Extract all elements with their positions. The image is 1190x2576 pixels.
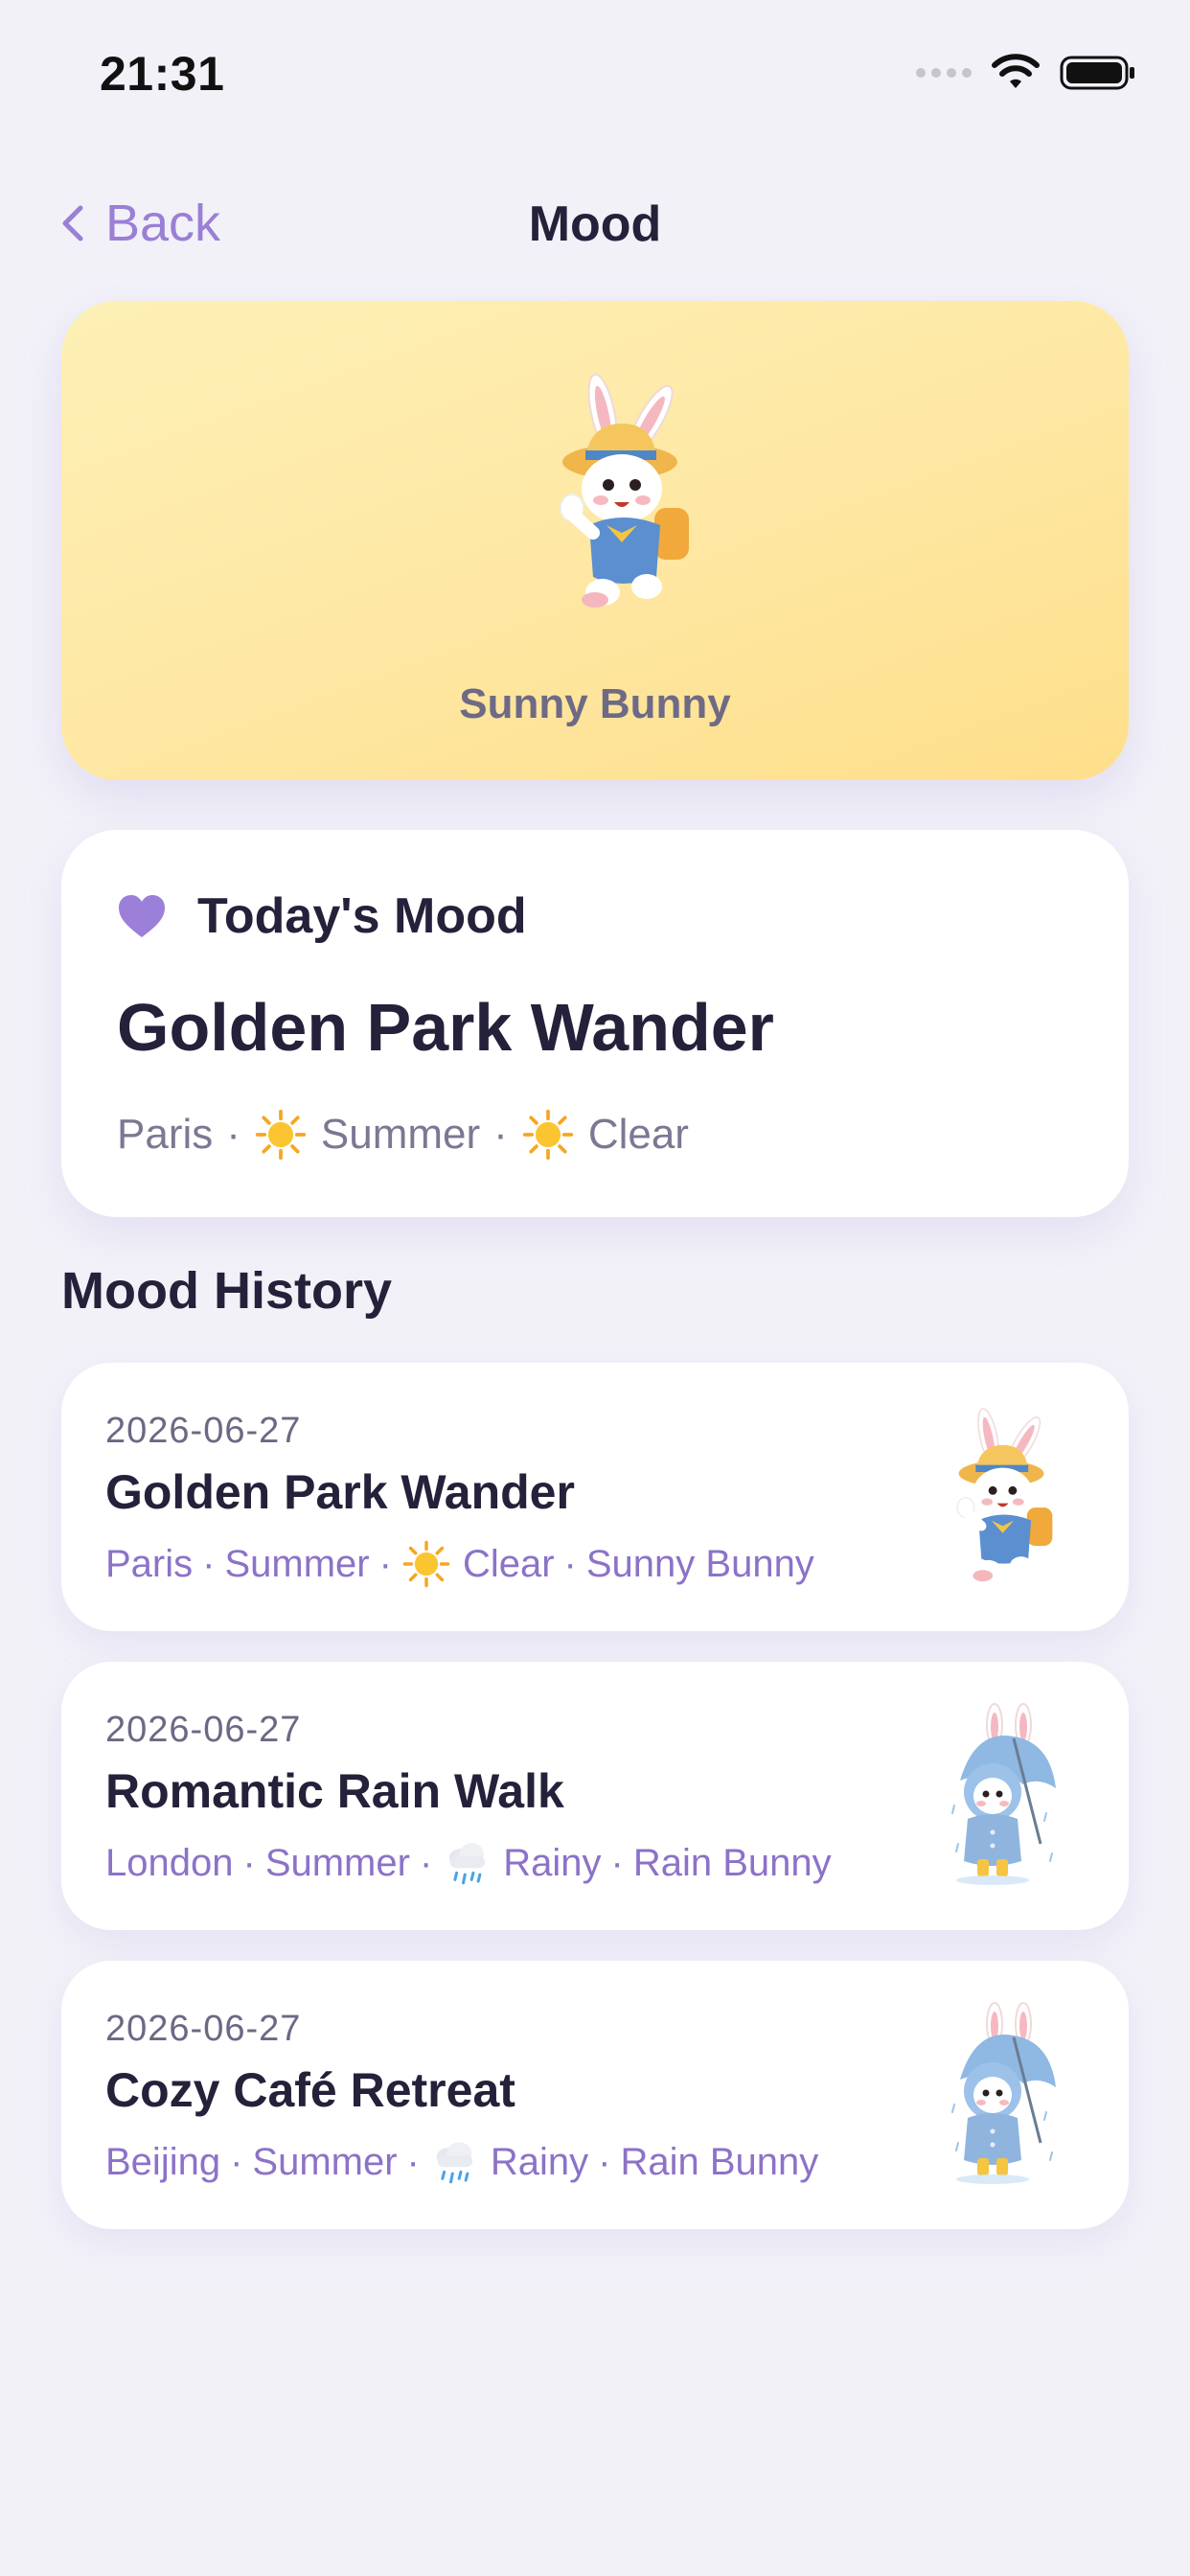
character: Rain Bunny: [632, 1841, 832, 1884]
character-name: Sunny Bunny: [459, 680, 731, 727]
character: Sunny Bunny: [585, 1542, 814, 1585]
status-bar: 21:31: [0, 0, 1190, 144]
history-item[interactable]: 2026-06-27 Golden Park Wander Paris · Su…: [61, 1363, 1129, 1631]
rain-bunny-thumbnail: [947, 1700, 1062, 1892]
history-title: Cozy Café Retreat: [105, 2063, 515, 2117]
mood-screen: 21:31 Back Mood Sunny Bunny Today's Mood…: [0, 0, 1190, 2576]
rain-cloud-icon: [442, 1838, 492, 1888]
separator: ·: [226, 1111, 240, 1158]
history-date: 2026-06-27: [105, 2009, 302, 2049]
season: Summer: [320, 1111, 481, 1158]
cellular-signal-icon: [916, 68, 972, 78]
hero-character-card: Sunny Bunny: [61, 301, 1129, 780]
city: Paris: [117, 1111, 214, 1158]
separator: ·: [202, 1542, 216, 1585]
history-date: 2026-06-27: [105, 1411, 302, 1451]
sunny-bunny-illustration: [547, 364, 700, 623]
city: Beijing: [105, 2140, 221, 2183]
weather: Rainy: [503, 1841, 602, 1884]
history-title: Golden Park Wander: [105, 1465, 575, 1519]
separator: ·: [230, 2140, 243, 2183]
navigation-bar: Back Mood: [0, 172, 1190, 278]
page-title: Mood: [528, 196, 662, 252]
todays-mood-label: Today's Mood: [197, 888, 527, 944]
status-icons: [916, 54, 1136, 92]
sun-icon: [401, 1539, 451, 1589]
season: Summer: [224, 1542, 370, 1585]
heart-icon: [119, 895, 165, 937]
todays-mood-header: Today's Mood: [117, 887, 527, 945]
weather: Rainy: [490, 2140, 589, 2183]
character: Rain Bunny: [620, 2140, 819, 2183]
todays-mood-card: Today's Mood Golden Park Wander Paris · …: [61, 830, 1129, 1217]
city: London: [105, 1841, 234, 1884]
rain-bunny-thumbnail: [947, 1999, 1062, 2191]
battery-icon: [1060, 56, 1134, 90]
todays-mood-meta: Paris · Summer · Clear: [117, 1108, 689, 1162]
separator: ·: [598, 2140, 611, 2183]
history-meta: Beijing · Summer · Rainy · Rain Bunny: [105, 2137, 818, 2187]
separator: ·: [419, 1841, 433, 1884]
separator: ·: [563, 1542, 577, 1585]
history-item[interactable]: 2026-06-27 Cozy Café Retreat Beijing · S…: [61, 1961, 1129, 2229]
separator: ·: [406, 2140, 420, 2183]
status-time: 21:31: [100, 47, 225, 101]
season: Summer: [252, 2140, 398, 2183]
separator: ·: [610, 1841, 624, 1884]
history-title: Romantic Rain Walk: [105, 1764, 564, 1818]
sun-icon: [254, 1108, 308, 1162]
history-meta: Paris · Summer · Clear · Sunny Bunny: [105, 1539, 814, 1589]
todays-mood-title: Golden Park Wander: [117, 990, 774, 1065]
mood-history-title: Mood History: [61, 1262, 392, 1320]
weather: Clear: [587, 1111, 689, 1158]
city: Paris: [105, 1542, 194, 1585]
weather: Clear: [462, 1542, 555, 1585]
separator: ·: [493, 1111, 508, 1158]
separator: ·: [378, 1542, 392, 1585]
history-meta: London · Summer · Rainy · Rain Bunny: [105, 1838, 832, 1888]
separator: ·: [242, 1841, 256, 1884]
rain-cloud-icon: [429, 2137, 479, 2187]
sunny-bunny-thumbnail: [947, 1401, 1062, 1593]
wifi-icon: [992, 54, 1040, 88]
season: Summer: [264, 1841, 410, 1884]
history-date: 2026-06-27: [105, 1710, 302, 1750]
sun-icon: [521, 1108, 575, 1162]
history-item[interactable]: 2026-06-27 Romantic Rain Walk London · S…: [61, 1662, 1129, 1930]
